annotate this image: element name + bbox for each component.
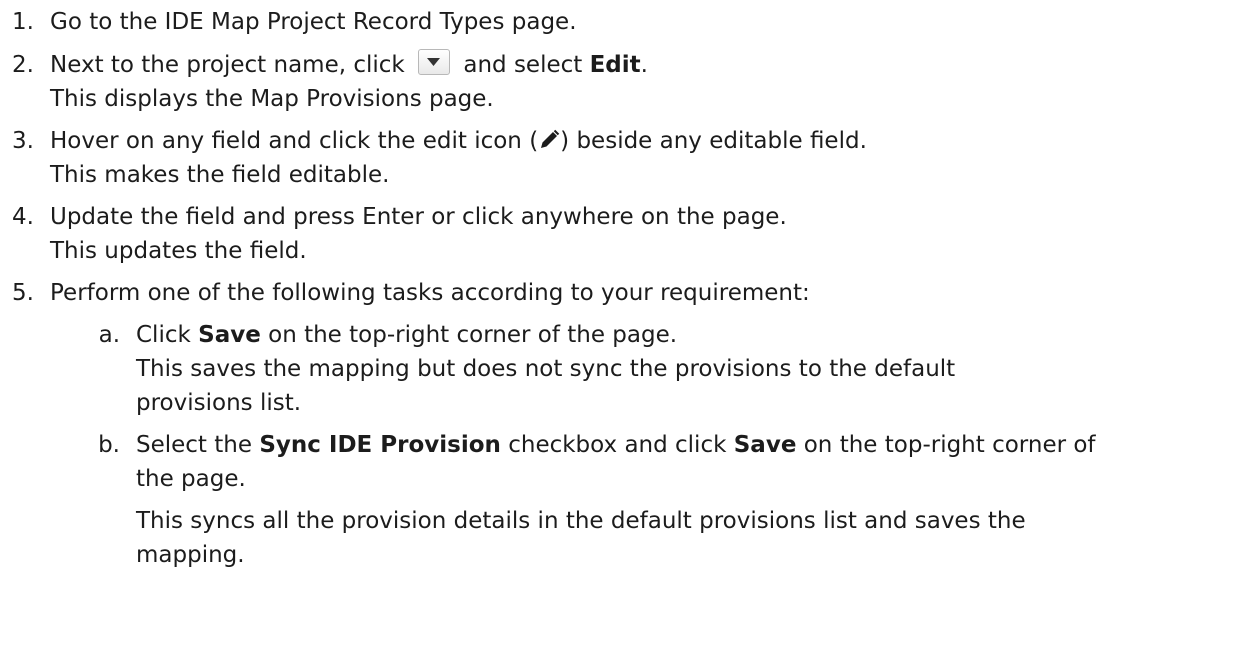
step-text: on the top-right corner of the page. [268, 322, 678, 348]
dropdown-arrow-icon [427, 58, 441, 66]
step-result: This syncs all the provision details in … [136, 508, 1026, 534]
step-result: This displays the Map Provisions page. [50, 86, 494, 112]
instructions-document: 1. Go to the IDE Map Project Record Type… [0, 0, 1241, 662]
step-text: ) beside any editable field. [560, 128, 867, 154]
step-text: the page. [136, 466, 246, 492]
step-result: This updates the field. [50, 238, 307, 264]
step-result: mapping. [136, 542, 245, 568]
step-text: Go to the IDE Map Project Record Types p… [50, 9, 577, 35]
step-result: This saves the mapping but does not sync… [136, 356, 956, 382]
bold-term: Save [198, 322, 261, 348]
pencil-icon [541, 129, 560, 148]
step-text: Click [136, 322, 191, 348]
step-number: 5. [12, 280, 34, 306]
step-text: Hover on any field and click the edit ic… [50, 128, 539, 154]
step-text: on the top-right corner of [803, 432, 1096, 458]
step-text: Perform one of the following tasks accor… [50, 280, 810, 306]
substep-letter: b. [98, 432, 120, 458]
step-text: and select [463, 52, 583, 78]
step-number: 2. [12, 52, 34, 78]
step-text: checkbox and click [508, 432, 727, 458]
step-number: 4. [12, 204, 34, 230]
step-number: 1. [12, 9, 34, 35]
step-text: Next to the project name, click [50, 52, 405, 78]
bold-term: Edit [589, 52, 641, 78]
dropdown-button[interactable] [418, 49, 451, 75]
substep-letter: a. [98, 322, 120, 348]
step-result: This makes the field editable. [50, 162, 390, 188]
step-text: Select the [136, 432, 253, 458]
step-result: provisions list. [136, 390, 302, 416]
bold-term: Sync IDE Provision [259, 432, 501, 458]
bold-term: Save [733, 432, 797, 458]
step-number: 3. [12, 128, 34, 154]
step-text: Update the field and press Enter or clic… [50, 204, 787, 230]
